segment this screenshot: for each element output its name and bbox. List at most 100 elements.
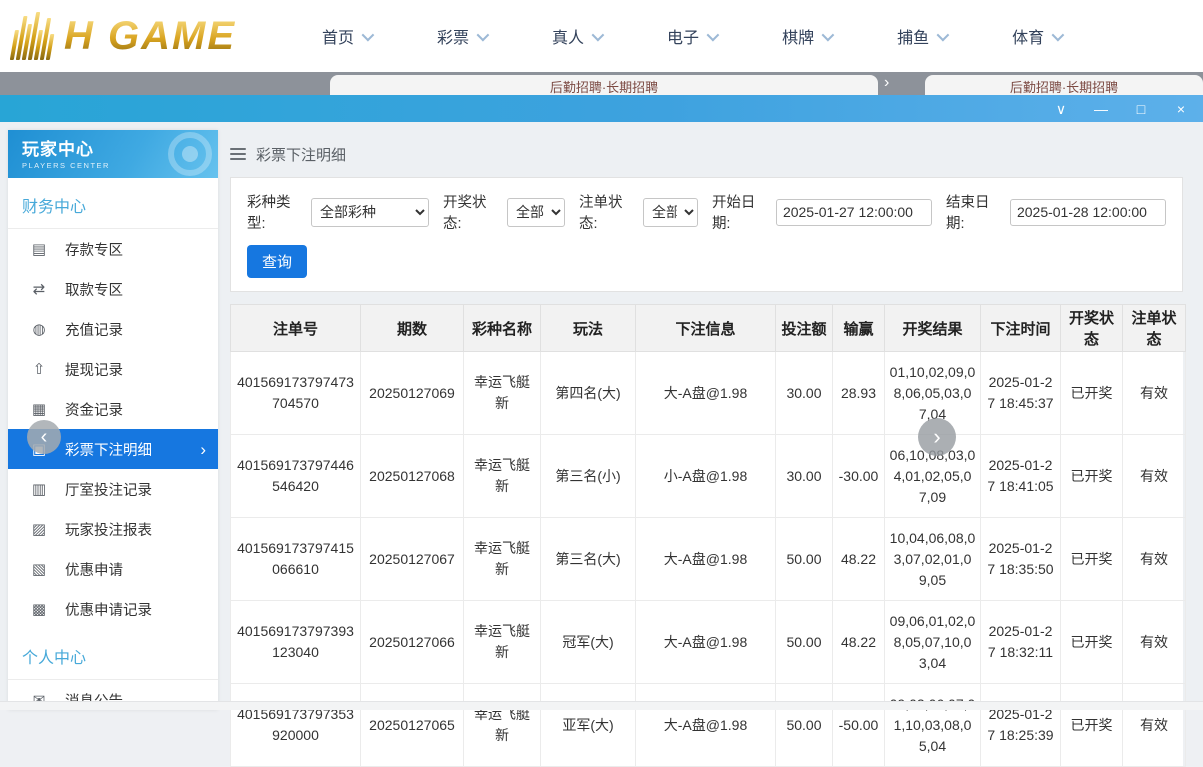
background-page-strip: 后勤招聘·长期招聘 › 后勤招聘·长期招聘 <box>0 72 1203 95</box>
table-cell: 2025-01-27 18:32:11 <box>981 601 1061 684</box>
column-header: 期数 <box>361 305 464 352</box>
table-cell: 2025-01-27 18:45:37 <box>981 352 1061 435</box>
table-cell: 09,02,06,07,01,10,03,08,05,04 <box>885 684 981 767</box>
sidebar-item-label: 玩家投注报表 <box>65 519 152 540</box>
menu-icon[interactable] <box>230 148 246 160</box>
sidebar-item-recharge-records[interactable]: ◍ 充值记录 › <box>8 309 218 349</box>
chevron-down-icon <box>937 28 950 41</box>
table-cell: 第三名(小) <box>541 435 636 518</box>
table-row: 40156917379747370457020250127069幸运飞艇新第四名… <box>231 352 1186 435</box>
nav-item-fishing[interactable]: 捕鱼 <box>897 24 946 48</box>
next-page-button[interactable]: › <box>918 418 956 456</box>
table-cell: 有效 <box>1123 601 1186 684</box>
nav-item-slots[interactable]: 电子 <box>667 24 716 48</box>
section-label-personal: 个人中心 <box>8 629 218 680</box>
sidebar-item-label: 资金记录 <box>65 399 123 420</box>
table-cell: 48.22 <box>833 601 885 684</box>
table-cell: 大-A盘@1.98 <box>636 352 776 435</box>
promo-apply-records-icon: ▩ <box>30 600 48 618</box>
order-status-select[interactable]: 全部 <box>643 198 698 227</box>
table-cell: -30.00 <box>833 435 885 518</box>
lottery-type-select[interactable]: 全部彩种 <box>311 198 429 227</box>
table-cell: 已开奖 <box>1061 601 1123 684</box>
sidebar-item-hall-bet-records[interactable]: ▥ 厅室投注记录 › <box>8 469 218 509</box>
main-nav: 首页 彩票 真人 电子 棋牌 捕鱼 <box>322 0 1061 72</box>
recharge-records-icon: ◍ <box>30 320 48 338</box>
nav-item-home[interactable]: 首页 <box>322 24 371 48</box>
window-collapse-icon[interactable]: ∨ <box>1053 102 1069 116</box>
chevron-down-icon <box>592 28 605 41</box>
table-cell: 幸运飞艇新 <box>464 352 541 435</box>
table-cell: 第三名(大) <box>541 518 636 601</box>
table-row: 40156917379741506661020250127067幸运飞艇新第三名… <box>231 518 1186 601</box>
table-cell: 有效 <box>1123 352 1186 435</box>
end-date-label: 结束日期: <box>946 191 1004 233</box>
draw-status-select[interactable]: 全部 <box>507 198 565 227</box>
window-minimize-icon[interactable]: — <box>1093 102 1109 116</box>
background-banner-right: 后勤招聘·长期招聘 <box>925 75 1203 95</box>
nav-item-sports[interactable]: 体育 <box>1012 24 1061 48</box>
table-cell: 10,04,06,08,03,07,02,01,09,05 <box>885 518 981 601</box>
chevron-down-icon <box>477 28 490 41</box>
sidebar-item-label: 彩票下注明细 <box>65 439 152 460</box>
sidebar-item-deposit[interactable]: ▤ 存款专区 › <box>8 229 218 269</box>
column-header: 开奖状态 <box>1061 305 1123 352</box>
nav-item-label: 棋牌 <box>782 24 814 48</box>
chevron-right-icon: › <box>933 424 940 450</box>
table-cell: 20250127066 <box>361 601 464 684</box>
sidebar-item-withdrawal-records[interactable]: ⇧ 提现记录 › <box>8 349 218 389</box>
nav-item-label: 首页 <box>322 24 354 48</box>
page-title: 彩票下注明细 <box>256 144 346 165</box>
background-banner-right-text: 后勤招聘·长期招聘 <box>1010 77 1118 95</box>
brand-logo[interactable]: H GAME <box>14 10 236 62</box>
nav-item-label: 体育 <box>1012 24 1044 48</box>
withdrawal-records-icon: ⇧ <box>30 360 48 378</box>
breadcrumb: 彩票下注明细 <box>230 144 1183 164</box>
nav-item-lottery[interactable]: 彩票 <box>437 24 486 48</box>
table-cell: 大-A盘@1.98 <box>636 601 776 684</box>
withdraw-icon: ⇄ <box>30 280 48 298</box>
table-cell: 已开奖 <box>1061 518 1123 601</box>
sidebar-item-player-bet-report[interactable]: ▨ 玩家投注报表 › <box>8 509 218 549</box>
window-body: 玩家中心 PLAYERS CENTER 财务中心 ▤ 存款专区 › ⇄ 取款专区… <box>0 122 1203 710</box>
table-cell: 09,06,01,02,08,05,07,10,03,04 <box>885 601 981 684</box>
nav-item-live[interactable]: 真人 <box>552 24 601 48</box>
horizontal-scrollbar[interactable] <box>0 701 1203 710</box>
sidebar-item-promo-apply[interactable]: ▧ 优惠申请 › <box>8 549 218 589</box>
hall-bet-records-icon: ▥ <box>30 480 48 498</box>
table-cell: 已开奖 <box>1061 435 1123 518</box>
table-cell: 幸运飞艇新 <box>464 518 541 601</box>
column-header: 输赢 <box>833 305 885 352</box>
nav-item-board[interactable]: 棋牌 <box>782 24 831 48</box>
background-banner-center: 后勤招聘·长期招聘 <box>330 75 878 95</box>
main-content: 彩票下注明细 彩种类型: 全部彩种 开奖状态: 全部 注单状态: 全部 开始日期… <box>226 122 1195 710</box>
start-date-input[interactable] <box>776 199 932 226</box>
player-bet-report-icon: ▨ <box>30 520 48 538</box>
search-button[interactable]: 查询 <box>247 245 307 278</box>
table-cell: 28.93 <box>833 352 885 435</box>
chevron-left-icon: ‹ <box>41 426 48 449</box>
funds-records-icon: ▦ <box>30 400 48 418</box>
background-banner-center-text: 后勤招聘·长期招聘 <box>550 77 658 95</box>
window-close-icon[interactable]: × <box>1173 102 1189 116</box>
table-cell: 有效 <box>1123 435 1186 518</box>
deposit-icon: ▤ <box>30 240 48 258</box>
column-header: 注单号 <box>231 305 361 352</box>
table-cell: 有效 <box>1123 518 1186 601</box>
chevron-down-icon <box>362 28 375 41</box>
window-maximize-icon[interactable]: □ <box>1133 102 1149 116</box>
sidebar-item-promo-apply-records[interactable]: ▩ 优惠申请记录 › <box>8 589 218 629</box>
chevron-right-icon: › <box>200 441 206 458</box>
table-cell: 已开奖 <box>1061 352 1123 435</box>
sidebar-item-withdraw[interactable]: ⇄ 取款专区 › <box>8 269 218 309</box>
nav-item-label: 真人 <box>552 24 584 48</box>
table-row: 40156917379735392000020250127065幸运飞艇新亚军(… <box>231 684 1186 767</box>
table-cell: 已开奖 <box>1061 684 1123 767</box>
table-cell: 50.00 <box>776 601 833 684</box>
brand-logo-text: H GAME <box>64 14 236 59</box>
column-header: 下注信息 <box>636 305 776 352</box>
table-cell: 大-A盘@1.98 <box>636 684 776 767</box>
filter-button-row: 查询 <box>247 245 1166 278</box>
end-date-input[interactable] <box>1010 199 1166 226</box>
prev-page-button[interactable]: ‹ <box>27 420 61 454</box>
